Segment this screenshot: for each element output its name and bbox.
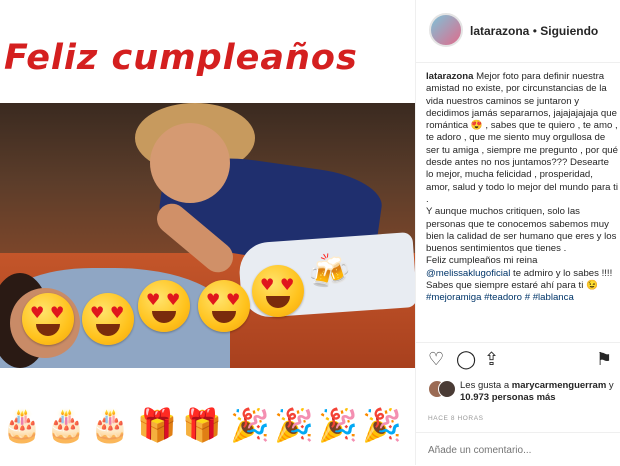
likes-prefix: Les gusta a xyxy=(460,380,512,391)
header-username[interactable]: latarazona xyxy=(470,24,529,38)
caption-paragraph: Mejor foto para definir nuestra amistad … xyxy=(426,71,618,205)
party-popper-emoji: 🎉 xyxy=(230,406,270,444)
post-image[interactable]: Feliz cumpleaños ♥ ♥ ♥ ♥ ♥ ♥ ♥ ♥ ♥ ♥ 🍻 🎂 🎂 xyxy=(0,0,415,465)
comment-bar xyxy=(416,432,620,466)
heart-icon: ♥ xyxy=(260,275,275,294)
following-button[interactable]: Siguiendo xyxy=(540,24,598,38)
share-icon[interactable]: ⇪ xyxy=(484,351,499,369)
gift-emoji: 🎁 xyxy=(182,406,222,444)
heart-icon: ♥ xyxy=(226,290,241,309)
caption-paragraph: Y aunque muchos critiquen, solo las pers… xyxy=(426,206,617,255)
likes-connector: y xyxy=(606,380,614,391)
likes-summary: Les gusta a marycarmenguerram y 10.973 p… xyxy=(428,380,618,410)
caption-paragraph: Feliz cumpleaños mi reina xyxy=(426,255,538,267)
mention-link[interactable]: @melissaklugoficial xyxy=(426,268,510,279)
liker-avatar xyxy=(438,380,456,398)
bookmark-icon[interactable]: ⚑ xyxy=(596,351,612,369)
likes-text: Les gusta a marycarmenguerram y 10.973 p… xyxy=(460,380,620,404)
hashtag-link[interactable]: # xyxy=(525,292,530,303)
comment-bubble-icon[interactable]: ◯ xyxy=(456,351,476,369)
heart-icon: ♥ xyxy=(90,303,105,322)
heart-eyes-emoji: ♥ ♥ xyxy=(138,280,190,332)
mention-tail: te admiro y lo sabes !!!! xyxy=(510,267,613,279)
post-timestamp: HACE 8 HORAS xyxy=(428,415,484,422)
caption-closing: Sabes que siempre estaré ahí para ti 😉 xyxy=(426,280,598,292)
hashtag-link[interactable]: #mejoramiga xyxy=(426,292,481,303)
hashtag-link[interactable]: #lablanca xyxy=(533,292,574,303)
post-side-panel: latarazona • Siguiendo latarazona Mejor … xyxy=(416,0,620,465)
heart-icon: ♥ xyxy=(166,290,181,309)
liker-username[interactable]: marycarmenguerram xyxy=(512,380,607,391)
post-header: latarazona • Siguiendo xyxy=(416,0,620,63)
party-popper-emoji: 🎉 xyxy=(318,406,358,444)
emoji-mouth xyxy=(36,324,60,336)
heart-icon: ♥ xyxy=(50,303,65,322)
heart-eyes-emoji: ♥ ♥ xyxy=(82,293,134,345)
gift-emoji: 🎁 xyxy=(137,406,177,444)
likes-count-link[interactable]: 10.973 personas más xyxy=(460,392,556,403)
header-separator: • xyxy=(529,24,541,38)
heart-icon: ♥ xyxy=(30,303,45,322)
cake-emoji: 🎂 xyxy=(46,406,86,444)
comment-input[interactable] xyxy=(428,442,598,458)
cake-emoji: 🎂 xyxy=(2,406,42,444)
party-popper-emoji: 🎉 xyxy=(362,406,402,444)
heart-icon: ♥ xyxy=(206,290,221,309)
emoji-mouth xyxy=(266,296,290,308)
birthday-headline: Feliz cumpleaños xyxy=(4,38,358,78)
heart-eyes-emoji: ♥ ♥ xyxy=(252,265,304,317)
party-popper-emoji: 🎉 xyxy=(274,406,314,444)
heart-eyes-emoji: ♥ ♥ xyxy=(22,293,74,345)
caption: latarazona Mejor foto para definir nuest… xyxy=(426,71,618,339)
bottom-emoji-row: 🎂 🎂 🎂 🎁 🎁 🎉 🎉 🎉 🎉 xyxy=(0,402,415,452)
emoji-mouth xyxy=(152,311,176,323)
like-heart-icon[interactable]: ♡ xyxy=(428,351,444,369)
heart-eyes-emoji: ♥ ♥ xyxy=(198,280,250,332)
emoji-mouth xyxy=(96,324,120,336)
action-bar: ♡ ◯ ⇪ ⚑ xyxy=(416,342,620,379)
woman-face xyxy=(150,123,230,203)
emoji-mouth xyxy=(212,311,236,323)
heart-icon: ♥ xyxy=(280,275,295,294)
heart-icon: ♥ xyxy=(110,303,125,322)
header-user-line: latarazona • Siguiendo xyxy=(470,24,598,38)
avatar[interactable] xyxy=(429,13,463,47)
photo-emoji-row: ♥ ♥ ♥ ♥ ♥ ♥ ♥ ♥ ♥ ♥ 🍻 xyxy=(22,255,412,375)
caption-username[interactable]: latarazona xyxy=(426,71,473,82)
hashtag-link[interactable]: #teadoro xyxy=(484,292,522,303)
beer-mugs-emoji: 🍻 xyxy=(308,252,351,292)
heart-icon: ♥ xyxy=(146,290,161,309)
cake-emoji: 🎂 xyxy=(90,406,130,444)
